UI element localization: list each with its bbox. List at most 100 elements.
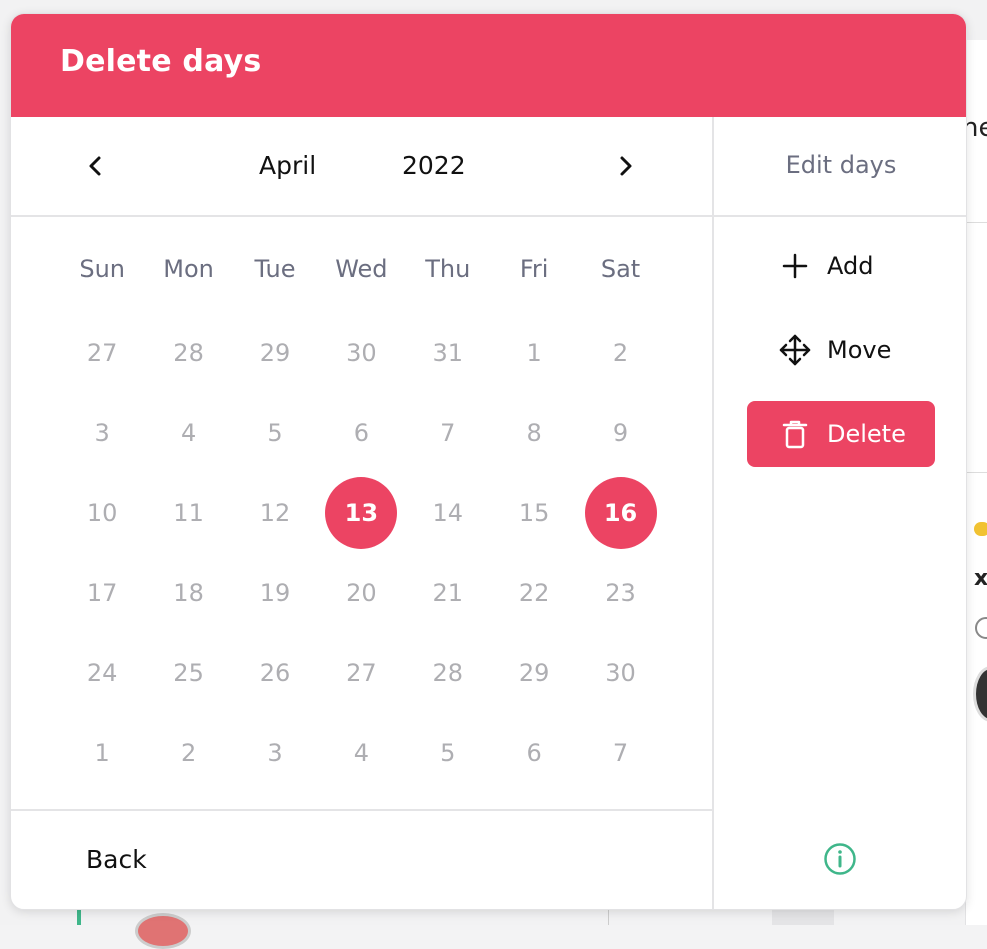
day-cell[interactable]: 29 xyxy=(491,633,577,713)
delete-days-modal: Delete days April 2022 Sun Mon Tue Wed T… xyxy=(10,13,967,910)
back-button[interactable]: Back xyxy=(86,845,147,874)
modal-footer-left: Back xyxy=(11,809,712,909)
day-number: 27 xyxy=(346,659,377,687)
day-cell[interactable]: 19 xyxy=(232,553,318,633)
day-number: 28 xyxy=(173,339,204,367)
day-number: 3 xyxy=(94,419,110,447)
day-number: 1 xyxy=(94,739,110,767)
month-label[interactable]: April xyxy=(259,151,316,180)
week-row: 3 4 5 6 7 8 9 xyxy=(59,393,664,473)
weekday-label: Wed xyxy=(335,255,388,283)
day-number: 22 xyxy=(518,579,550,607)
day-cell[interactable]: 4 xyxy=(318,713,404,793)
day-number: 2 xyxy=(180,739,197,767)
day-cell[interactable]: 29 xyxy=(232,313,318,393)
action-label: Add xyxy=(827,252,874,280)
day-cell[interactable]: 2 xyxy=(145,713,231,793)
day-cell[interactable]: 27 xyxy=(318,633,404,713)
day-number: 23 xyxy=(605,579,636,607)
day-cell[interactable]: 26 xyxy=(232,633,318,713)
weekday-label: Thu xyxy=(425,255,471,283)
day-number: 30 xyxy=(605,659,636,687)
weekday-header: Sun Mon Tue Wed Thu Fri Sat xyxy=(59,255,664,295)
move-days-button[interactable]: Move xyxy=(747,317,935,383)
info-button[interactable] xyxy=(823,842,857,876)
day-cell[interactable]: 30 xyxy=(318,313,404,393)
background-divider xyxy=(966,222,987,223)
day-cell[interactable]: 20 xyxy=(318,553,404,633)
calendar-grid: 27 28 29 30 31 1 2 3 4 5 6 7 8 9 10 11 1… xyxy=(59,313,664,793)
chevron-right-icon xyxy=(620,156,632,176)
day-cell[interactable]: 5 xyxy=(405,713,491,793)
next-month-button[interactable] xyxy=(611,149,641,183)
previous-month-button[interactable] xyxy=(80,149,110,183)
week-row: 17 18 19 20 21 22 23 xyxy=(59,553,664,633)
day-number: 8 xyxy=(526,419,542,447)
day-number: 20 xyxy=(346,579,377,607)
edit-days-header: Edit days xyxy=(714,117,966,217)
day-number: 5 xyxy=(440,739,456,767)
day-cell[interactable]: 8 xyxy=(491,393,577,473)
week-row: 27 28 29 30 31 1 2 xyxy=(59,313,664,393)
day-cell[interactable]: 1 xyxy=(59,713,145,793)
background-avatar xyxy=(135,913,191,949)
day-cell[interactable]: 11 xyxy=(145,473,231,553)
day-cell[interactable]: 6 xyxy=(318,393,404,473)
day-cell[interactable]: 1 xyxy=(491,313,577,393)
day-cell-selected[interactable]: 16 xyxy=(577,473,663,553)
day-cell[interactable]: 5 xyxy=(232,393,318,473)
day-number: 4 xyxy=(180,419,197,447)
day-cell[interactable]: 2 xyxy=(577,313,663,393)
day-cell[interactable]: 10 xyxy=(59,473,145,553)
day-number: 27 xyxy=(86,339,118,367)
day-number: 5 xyxy=(267,419,283,447)
day-number: 1 xyxy=(526,339,542,367)
day-cell[interactable]: 7 xyxy=(577,713,663,793)
day-cell[interactable]: 18 xyxy=(145,553,231,633)
day-cell[interactable]: 27 xyxy=(59,313,145,393)
day-cell[interactable]: 28 xyxy=(145,313,231,393)
plus-icon xyxy=(775,246,815,286)
day-cell[interactable]: 21 xyxy=(405,553,491,633)
day-cell[interactable]: 3 xyxy=(232,713,318,793)
day-number: 14 xyxy=(432,499,464,527)
day-cell[interactable]: 28 xyxy=(405,633,491,713)
week-row: 10 11 12 13 14 15 16 xyxy=(59,473,664,553)
day-number: 9 xyxy=(612,419,629,447)
day-cell[interactable]: 17 xyxy=(59,553,145,633)
day-cell[interactable]: 15 xyxy=(491,473,577,553)
day-cell[interactable]: 14 xyxy=(405,473,491,553)
day-cell[interactable]: 23 xyxy=(577,553,663,633)
day-cell[interactable]: 30 xyxy=(577,633,663,713)
day-cell[interactable]: 24 xyxy=(59,633,145,713)
day-cell[interactable]: 22 xyxy=(491,553,577,633)
day-cell[interactable]: 25 xyxy=(145,633,231,713)
delete-days-button[interactable]: Delete xyxy=(747,401,935,467)
add-days-button[interactable]: Add xyxy=(747,233,935,299)
weekday-label: Fri xyxy=(519,255,549,283)
month-navigation: April 2022 xyxy=(11,117,712,217)
day-cell[interactable]: 12 xyxy=(232,473,318,553)
year-label[interactable]: 2022 xyxy=(402,151,466,180)
chevron-left-icon xyxy=(89,156,101,176)
day-cell[interactable]: 3 xyxy=(59,393,145,473)
day-cell[interactable]: 6 xyxy=(491,713,577,793)
day-cell[interactable]: 7 xyxy=(405,393,491,473)
calendar-pane: April 2022 Sun Mon Tue Wed Thu Fri Sat 2… xyxy=(11,117,712,909)
day-number: 30 xyxy=(346,339,377,367)
day-number: 31 xyxy=(432,339,464,367)
day-number: 21 xyxy=(432,579,464,607)
day-number: 7 xyxy=(440,419,456,447)
day-number: 11 xyxy=(173,499,204,527)
day-number: 25 xyxy=(173,659,204,687)
background-panel xyxy=(965,40,987,925)
day-cell[interactable]: 4 xyxy=(145,393,231,473)
day-number: 29 xyxy=(518,659,550,687)
day-cell-selected[interactable]: 13 xyxy=(318,473,404,553)
day-cell[interactable]: 9 xyxy=(577,393,663,473)
background-text-fragment: x xyxy=(974,566,987,591)
day-number: 10 xyxy=(86,499,118,527)
day-number: 18 xyxy=(173,579,204,607)
day-number: 2 xyxy=(612,339,629,367)
day-cell[interactable]: 31 xyxy=(405,313,491,393)
